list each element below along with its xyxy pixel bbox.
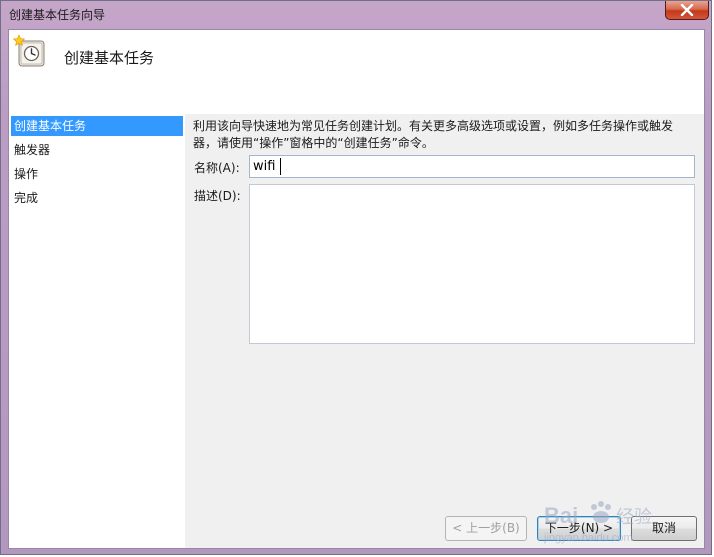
title-bar[interactable]: 创建基本任务向导 <box>1 1 713 29</box>
close-icon <box>680 4 694 16</box>
step-create-basic-task[interactable]: 创建基本任务 <box>11 116 183 136</box>
description-line-1: 利用该向导快速地为常见任务创建计划。有关更多高级选项或设置，例如多任务操作或触发 <box>193 119 674 133</box>
wizard-window: 创建基本任务向导 创建基本任务 创建基本任务 触发器 操作 完成 利用该向导快速… <box>0 0 712 555</box>
wizard-content: 利用该向导快速地为常见任务创建计划。有关更多高级选项或设置，例如多任务操作或触发… <box>185 114 704 500</box>
back-button[interactable]: < 上一步(B) <box>445 516 527 541</box>
page-title: 创建基本任务 <box>64 49 155 67</box>
next-button[interactable]: 下一步(N) > <box>537 516 621 541</box>
wizard-steps-sidebar: 创建基本任务 触发器 操作 完成 <box>9 114 185 548</box>
task-name-input[interactable] <box>249 155 695 178</box>
step-finish[interactable]: 完成 <box>11 188 183 208</box>
text-caret <box>280 158 281 175</box>
cancel-button[interactable]: 取消 <box>631 516 697 541</box>
wizard-description: 利用该向导快速地为常见任务创建计划。有关更多高级选项或设置，例如多任务操作或触发… <box>193 118 698 152</box>
task-description-input[interactable] <box>249 184 695 344</box>
close-button[interactable] <box>665 1 709 20</box>
wizard-footer: < 上一步(B) 下一步(N) > 取消 <box>185 500 704 548</box>
step-trigger[interactable]: 触发器 <box>11 140 183 160</box>
wizard-client-area: 创建基本任务 创建基本任务 触发器 操作 完成 利用该向导快速地为常见任务创建计… <box>8 29 705 549</box>
scheduled-task-clock-icon <box>13 34 45 67</box>
description-line-2: 器，请使用“操作”窗格中的“创建任务”命令。 <box>193 136 434 150</box>
wizard-header: 创建基本任务 <box>9 30 704 114</box>
name-label: 名称(A): <box>194 161 240 175</box>
description-label: 描述(D): <box>194 189 241 203</box>
window-title: 创建基本任务向导 <box>9 8 106 22</box>
step-action[interactable]: 操作 <box>11 164 183 184</box>
